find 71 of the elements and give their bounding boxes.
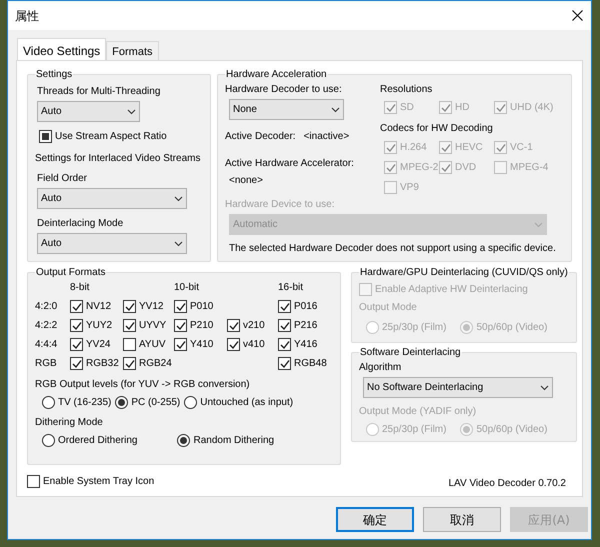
row-label: RGB <box>35 357 58 371</box>
column-header: 8-bit <box>70 281 90 295</box>
version-text: LAV Video Decoder 0.70.2 <box>448 477 566 491</box>
label: Resolutions <box>380 83 434 97</box>
checkbox[interactable]: Y416 <box>278 337 333 352</box>
checkbox[interactable]: P210 <box>174 318 227 333</box>
checkbox[interactable]: RGB24 <box>123 356 174 371</box>
chevron-down-icon <box>174 196 183 202</box>
group-title: Output Formats <box>35 266 106 280</box>
checkbox[interactable]: AYUV <box>123 337 174 352</box>
checkbox[interactable]: UYVY <box>123 318 174 333</box>
group-title: Hardware Acceleration <box>225 68 328 82</box>
label: Codecs for HW Decoding <box>380 122 494 136</box>
checkbox[interactable]: RGB48 <box>278 356 333 371</box>
checkbox[interactable]: v210 <box>227 318 278 333</box>
status-text: <inactive> <box>304 130 350 144</box>
checkbox[interactable]: Enable System Tray Icon <box>27 474 154 489</box>
label: Field Order <box>37 172 88 186</box>
label: Dithering Mode <box>35 416 104 430</box>
status-text: <none> <box>229 174 264 188</box>
dropdown[interactable]: Auto <box>37 188 187 209</box>
chevron-down-icon <box>540 384 549 390</box>
dialog-button[interactable]: 取消 <box>423 507 501 532</box>
window-title: 属性 <box>15 8 39 24</box>
info-text: The selected Hardware Decoder does not support using a specific device. <box>229 242 557 256</box>
column-header: 16-bit <box>278 281 304 295</box>
label: Output Mode (YADIF only) <box>359 405 478 419</box>
checkbox[interactable]: v410 <box>227 337 278 352</box>
group-title: Hardware/GPU Deinterlacing (CUVID/QS only) <box>359 266 569 280</box>
checkbox[interactable]: Y410 <box>174 337 227 352</box>
close-icon[interactable] <box>572 10 583 21</box>
checkbox[interactable]: Use Stream Aspect Ratio <box>39 129 203 144</box>
label: Hardware Device to use: <box>225 198 336 212</box>
radio-button[interactable]: Ordered Dithering <box>42 433 138 448</box>
label: Active Hardware Accelerator: <box>225 157 355 171</box>
dialog-button[interactable]: 确定 <box>336 507 414 532</box>
dropdown[interactable]: Auto <box>37 233 187 254</box>
label: Threads for Multi-Threading <box>37 85 162 99</box>
row-label: 4:4:4 <box>35 338 58 352</box>
checkbox[interactable]: YUY2 <box>70 318 123 333</box>
tab[interactable]: Formats <box>106 41 159 60</box>
label: Deinterlacing Mode <box>37 217 124 231</box>
label: Output Mode <box>359 301 418 315</box>
checkbox[interactable]: YV12 <box>123 299 174 314</box>
checkbox[interactable]: P216 <box>278 318 333 333</box>
chevron-down-icon <box>127 108 136 114</box>
dropdown[interactable]: None <box>229 99 344 120</box>
checkbox[interactable]: NV12 <box>70 299 123 314</box>
row-label: 4:2:0 <box>35 300 58 314</box>
group-title: Software Deinterlacing <box>359 346 462 360</box>
checkbox[interactable]: P016 <box>278 299 333 314</box>
dropdown[interactable]: Auto <box>37 101 140 122</box>
chevron-down-icon <box>331 106 340 112</box>
radio-button[interactable]: PC (0-255) <box>115 395 180 410</box>
group-title: Settings <box>35 68 74 82</box>
column-header: 10-bit <box>174 281 200 295</box>
row-label: 4:2:2 <box>35 319 58 333</box>
radio-button[interactable]: Random Dithering <box>177 433 274 448</box>
checkbox[interactable]: P010 <box>174 299 227 314</box>
checkbox[interactable]: RGB32 <box>70 356 123 371</box>
chevron-down-icon <box>174 240 183 246</box>
tab[interactable]: Video Settings <box>17 38 106 60</box>
label: RGB Output levels (for YUV -> RGB conversion) <box>35 378 251 392</box>
label: Active Decoder: <box>225 130 296 144</box>
label: Algorithm <box>359 361 402 375</box>
radio-button[interactable]: TV (16-235) <box>42 395 112 410</box>
chevron-down-icon <box>534 222 543 228</box>
radio-button[interactable]: Untouched (as input) <box>184 395 294 410</box>
label: Settings for Interlaced Video Streams <box>35 152 202 166</box>
label: Hardware Decoder to use: <box>225 83 343 97</box>
checkbox[interactable]: YV24 <box>70 337 123 352</box>
